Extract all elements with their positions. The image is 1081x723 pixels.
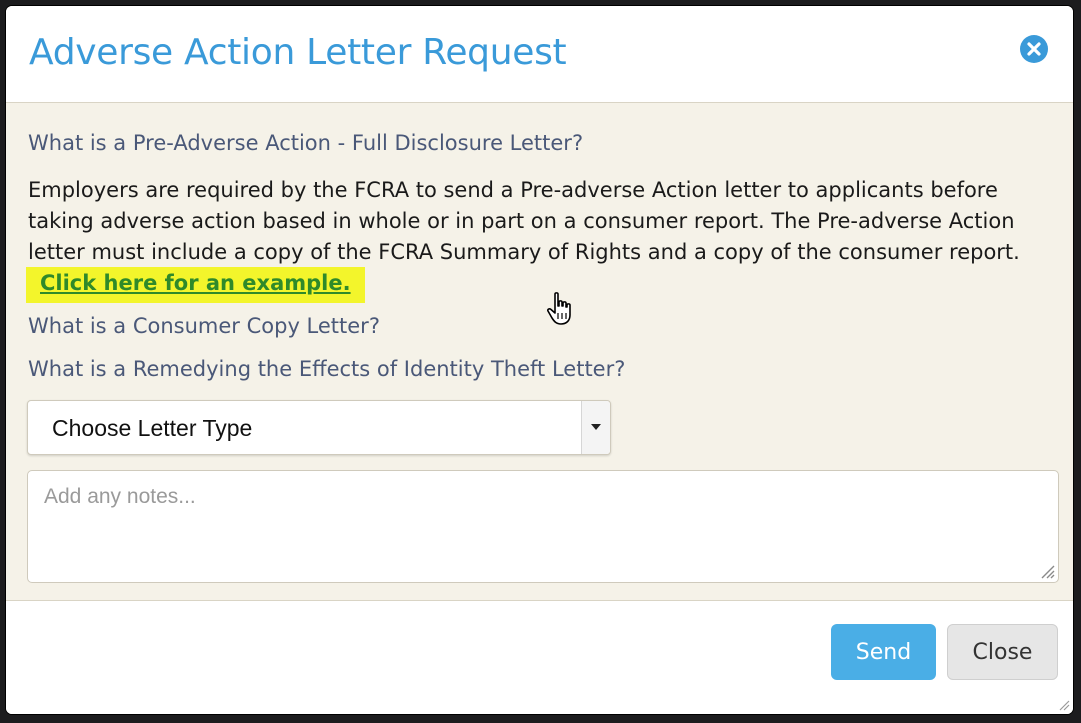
send-button[interactable]: Send <box>831 624 936 680</box>
resize-grip-icon[interactable] <box>1036 560 1056 580</box>
faq-question-identity-theft[interactable]: What is a Remedying the Effects of Ident… <box>28 357 625 381</box>
dialog-header: Adverse Action Letter Request <box>6 6 1073 103</box>
faq-answer-text: Employers are required by the FCRA to se… <box>28 178 1020 264</box>
window-resize-icon[interactable] <box>1056 697 1070 711</box>
close-button[interactable]: Close <box>947 624 1058 680</box>
dialog-title: Adverse Action Letter Request <box>29 32 567 73</box>
hand-pointer-icon <box>546 292 571 325</box>
example-link[interactable]: Click here for an example. <box>26 267 365 303</box>
adverse-action-dialog: Adverse Action Letter Request What is a … <box>6 6 1073 714</box>
select-toggle[interactable] <box>581 401 610 454</box>
faq-answer-pre-adverse: Employers are required by the FCRA to se… <box>26 175 1063 303</box>
dialog-footer: Send Close <box>6 601 1073 714</box>
close-circle-icon[interactable] <box>1019 34 1049 64</box>
chevron-down-icon <box>591 424 601 430</box>
faq-question-consumer-copy[interactable]: What is a Consumer Copy Letter? <box>28 314 380 338</box>
letter-type-selected: Choose Letter Type <box>52 415 253 441</box>
notes-field[interactable] <box>27 470 1059 583</box>
faq-question-pre-adverse[interactable]: What is a Pre-Adverse Action - Full Disc… <box>28 131 583 155</box>
dialog-body: What is a Pre-Adverse Action - Full Disc… <box>6 103 1073 601</box>
letter-type-select[interactable]: Choose Letter Type <box>27 400 611 455</box>
